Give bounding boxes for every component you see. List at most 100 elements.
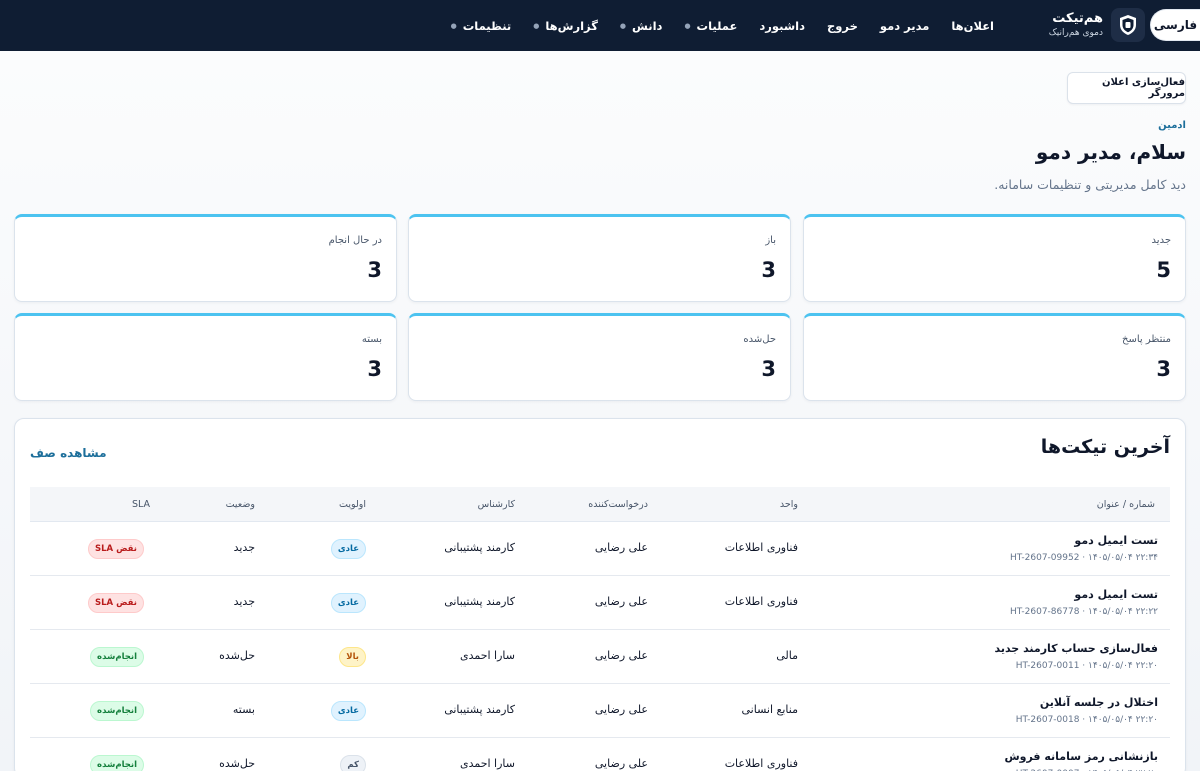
tickets-table-header: شماره / عنوان واحد درخواست‌کننده کارشناس اول… [30, 487, 1170, 522]
column-header: کارشناس [477, 499, 515, 510]
chevron-down-icon: ● [533, 21, 540, 30]
sla-badge: انجام‌شده [90, 755, 144, 771]
nav-item-label: دانش [632, 18, 663, 33]
ticket-requester: علی رضایی [594, 649, 648, 662]
latest-tickets-title: آخرین تیکت‌ها [1040, 436, 1170, 458]
ticket-status: حل‌شده [219, 649, 255, 662]
nav-item-label: خروج [826, 18, 858, 33]
page-title: سلام، مدیر دمو [1035, 140, 1186, 164]
ticket-title[interactable]: تست ایمیل دمو [1074, 534, 1158, 547]
ticket-status: جدید [233, 595, 255, 608]
page-subtitle: دید کامل مدیریتی و تنظیمات سامانه. [994, 177, 1186, 192]
stat-value: 5 [1156, 258, 1171, 282]
chevron-down-icon: ● [619, 21, 627, 30]
column-header: شماره / عنوان [1096, 499, 1155, 510]
ticket-meta: HT-2607-0011 · ۱۴۰۵/۰۵/۰۴ ۲۲:۲۰ [1015, 661, 1158, 671]
nav-item[interactable]: گزارش‌ها ● [533, 19, 598, 33]
ticket-agent: سارا احمدی [459, 757, 515, 770]
ticket-unit: فناوری اطلاعات [724, 595, 798, 608]
brand[interactable]: هم‌تیکت دموی هم‌رانیک [1049, 11, 1103, 39]
sla-badge: نقض SLA [88, 539, 144, 559]
brand-logo[interactable] [1111, 8, 1145, 42]
stat-label: منتظر پاسخ [1122, 334, 1171, 345]
ticket-requester: علی رضایی [594, 703, 648, 716]
ticket-row[interactable]: تست ایمیل دمو HT-2607-09952 · ۱۴۰۵/۰۵/۰۴ … [30, 522, 1170, 576]
nav-item[interactable]: خروج [827, 19, 858, 33]
column-header: وضعیت [225, 499, 255, 510]
ticket-meta: HT-2607-86778 · ۱۴۰۵/۰۵/۰۴ ۲۲:۲۲ [1009, 607, 1158, 617]
view-queue-link[interactable]: مشاهده صف [30, 446, 107, 460]
stat-card: حل‌شده 3 [408, 313, 791, 401]
priority-badge: عادی [330, 539, 366, 559]
ticket-agent: سارا احمدی [459, 649, 515, 662]
column-header: درخواست‌کننده [588, 499, 648, 510]
sla-badge: انجام‌شده [90, 701, 144, 721]
column-header: واحد [779, 499, 798, 510]
ticket-title[interactable]: تست ایمیل دمو [1074, 588, 1158, 601]
ticket-row[interactable]: فعال‌سازی حساب کارمند جدید HT-2607-0011 ·… [30, 630, 1170, 684]
stat-label: حل‌شده [743, 334, 776, 345]
main-content: فعال‌سازی اعلان مرورگر ادمین سلام، مدیر … [0, 51, 1200, 771]
role-label: ادمین [1158, 120, 1186, 131]
priority-badge: بالا [339, 647, 366, 667]
stat-value: 3 [761, 357, 776, 381]
column-header: اولویت [338, 499, 366, 510]
ticket-agent: کارمند پشتیبانی [444, 541, 515, 554]
ticket-unit: فناوری اطلاعات [724, 757, 798, 770]
nav-item-label: مدیر دمو [879, 18, 930, 33]
nav-item[interactable]: اعلان‌ها [951, 19, 994, 33]
priority-badge: عادی [330, 701, 366, 721]
stat-card: منتظر پاسخ 3 [803, 313, 1186, 401]
ticket-unit: مالی [776, 649, 798, 662]
latest-tickets-panel: آخرین تیکت‌ها مشاهده صف شماره / عنوان واح… [14, 418, 1186, 771]
enable-browser-notifications-button[interactable]: فعال‌سازی اعلان مرورگر [1067, 72, 1186, 104]
nav-item-label: عملیات [696, 18, 738, 33]
language-switch-button[interactable]: فارسی [1150, 9, 1200, 41]
ticket-status: بسته [232, 703, 255, 716]
shield-logo-icon [1120, 15, 1136, 35]
column-header: SLA [131, 499, 150, 510]
nav-item-label: تنظیمات [462, 18, 512, 33]
brand-name: هم‌تیکت [1052, 11, 1103, 26]
ticket-title[interactable]: اختلال در جلسه آنلاین [1040, 696, 1158, 709]
priority-badge: عادی [330, 593, 366, 613]
ticket-row[interactable]: تست ایمیل دمو HT-2607-86778 · ۱۴۰۵/۰۵/۰۴ … [30, 576, 1170, 630]
stat-card: در حال انجام 3 [14, 214, 397, 302]
ticket-requester: علی رضایی [594, 595, 648, 608]
ticket-agent: کارمند پشتیبانی [444, 595, 515, 608]
ticket-title[interactable]: بازنشانی رمز سامانه فروش [1004, 750, 1158, 763]
ticket-unit: منابع انسانی [741, 703, 799, 716]
stat-card: بسته 3 [14, 313, 397, 401]
priority-badge: کم [340, 755, 366, 771]
nav-item[interactable]: عملیات ● [684, 19, 737, 33]
top-navbar: فارسی هم‌تیکت دموی هم‌رانیک اعلان‌ها مدیر… [0, 0, 1200, 51]
ticket-agent: کارمند پشتیبانی [444, 703, 515, 716]
nav-item[interactable]: دانش ● [620, 19, 663, 33]
stat-label: باز [765, 235, 776, 246]
stat-value: 3 [367, 258, 382, 282]
sla-badge: نقض SLA [88, 593, 144, 613]
stat-card: باز 3 [408, 214, 791, 302]
nav-item-label: اعلان‌ها [951, 18, 994, 33]
ticket-meta: HT-2607-0018 · ۱۴۰۵/۰۵/۰۴ ۲۲:۲۰ [1015, 715, 1158, 725]
stat-label: در حال انجام [328, 235, 382, 246]
nav-item-label: داشبورد [759, 18, 805, 33]
sla-badge: انجام‌شده [90, 647, 144, 667]
ticket-row[interactable]: بازنشانی رمز سامانه فروشHT-2607-0007 · ۱… [30, 738, 1170, 771]
chevron-down-icon: ● [450, 21, 457, 30]
ticket-meta: HT-2607-09952 · ۱۴۰۵/۰۵/۰۴ ۲۲:۳۴ [1009, 553, 1158, 563]
nav-item[interactable]: تنظیمات ● [451, 19, 512, 33]
nav-item-label: گزارش‌ها [545, 18, 598, 33]
ticket-title[interactable]: فعال‌سازی حساب کارمند جدید [994, 642, 1158, 655]
ticket-unit: فناوری اطلاعات [724, 541, 798, 554]
main-nav: اعلان‌ها مدیر دمو خروج داشبورد عملیات ● دانش ● گ… [451, 0, 994, 51]
stat-label: بسته [361, 334, 382, 345]
chevron-down-icon: ● [684, 21, 691, 30]
nav-item[interactable]: مدیر دمو [880, 19, 929, 33]
ticket-row[interactable]: اختلال در جلسه آنلاین HT-2607-0018 · ۱۴۰۵… [30, 684, 1170, 738]
nav-item[interactable]: داشبورد [759, 19, 805, 33]
ticket-status: جدید [233, 541, 255, 554]
ticket-requester: علی رضایی [594, 541, 648, 554]
stat-value: 3 [761, 258, 776, 282]
stat-card: جدید 5 [803, 214, 1186, 302]
